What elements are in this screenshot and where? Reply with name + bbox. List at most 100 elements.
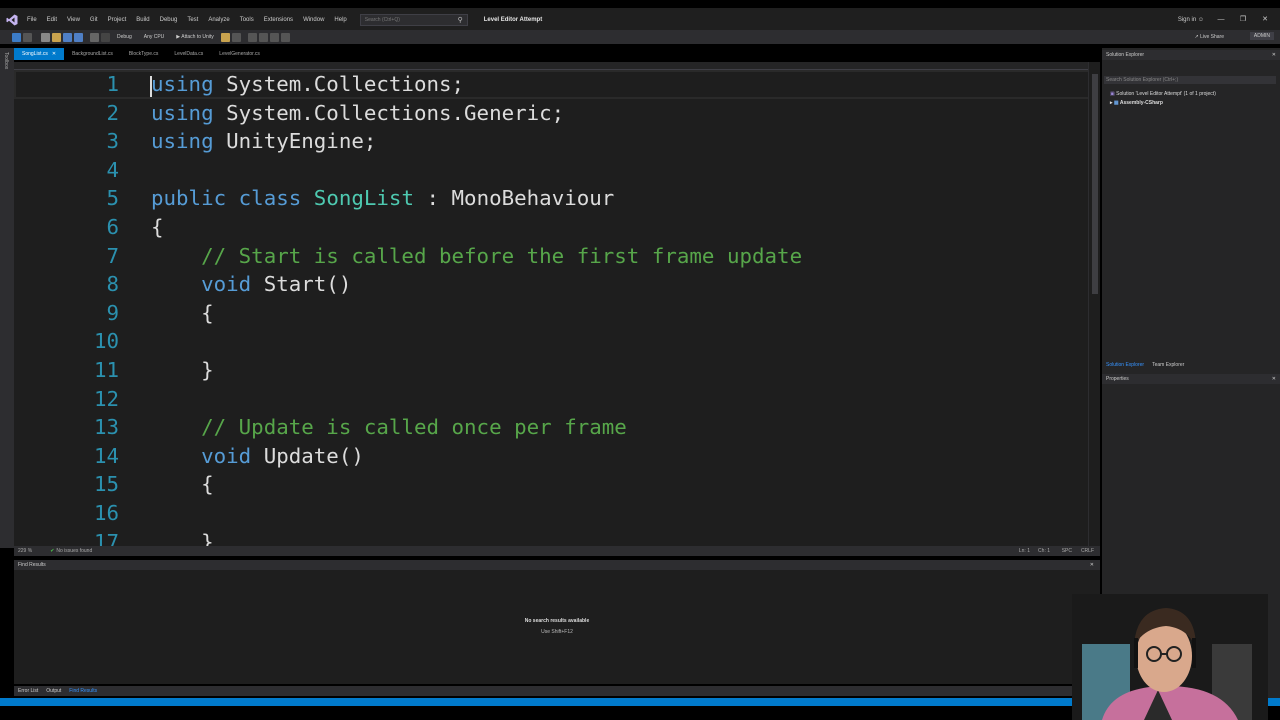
tab-backgroundlist-cs[interactable]: BackgroundList.cs bbox=[64, 48, 121, 60]
close-window-button[interactable]: ✕ bbox=[1254, 8, 1276, 32]
properties-title: Properties bbox=[1106, 376, 1129, 382]
bottom-tool-tabs: Error List Output Find Results bbox=[14, 686, 1100, 696]
code-line[interactable]: 16 bbox=[14, 499, 1090, 528]
save-icon[interactable] bbox=[63, 32, 72, 42]
code-token-kw: void bbox=[201, 272, 252, 297]
search-input[interactable]: Search (Ctrl+Q) ⚲ bbox=[359, 14, 468, 26]
code-line[interactable]: 2 using System.Collections.Generic; bbox=[14, 99, 1090, 128]
code-line[interactable]: 7 // Start is called before the first fr… bbox=[14, 242, 1090, 271]
minimize-button[interactable]: — bbox=[1210, 8, 1232, 32]
bottom-tab-find-results[interactable]: Find Results bbox=[65, 686, 101, 696]
code-line[interactable]: 1 using System.Collections; bbox=[14, 70, 1090, 99]
menu-item-window[interactable]: Window bbox=[298, 8, 329, 32]
solution-tree-item[interactable]: ▣ Solution 'Level Editor Attempt' (1 of … bbox=[1110, 90, 1216, 98]
back-icon[interactable] bbox=[12, 32, 21, 42]
tab-songlist-cs[interactable]: SongList.cs ✕ bbox=[14, 48, 65, 60]
open-folder-icon[interactable] bbox=[52, 32, 61, 42]
menu-item-view[interactable]: View bbox=[62, 8, 85, 32]
code-token-plain: { bbox=[151, 300, 214, 325]
close-pane-icon[interactable]: ✕ bbox=[1272, 50, 1276, 60]
attach-label: Attach to Unity bbox=[181, 34, 214, 40]
fire-icon[interactable] bbox=[220, 32, 230, 42]
redo-icon[interactable] bbox=[101, 32, 110, 42]
close-tab-icon[interactable]: ✕ bbox=[52, 51, 56, 57]
code-line[interactable]: 6{ bbox=[14, 213, 1090, 242]
code-text: } bbox=[151, 356, 214, 385]
uncomment-icon[interactable] bbox=[269, 32, 279, 42]
zoom-level[interactable]: 229 % bbox=[18, 548, 32, 554]
solution-search-input[interactable]: Search Solution Explorer (Ctrl+;) bbox=[1104, 76, 1276, 84]
code-line[interactable]: 9 { bbox=[14, 299, 1090, 328]
code-line[interactable]: 11 } bbox=[14, 356, 1090, 385]
menu-item-file[interactable]: File bbox=[22, 8, 42, 32]
code-line[interactable]: 10 bbox=[14, 327, 1090, 356]
line-number: 13 bbox=[93, 415, 119, 440]
new-project-icon[interactable] bbox=[41, 32, 50, 42]
issues-status[interactable]: No issues found bbox=[56, 548, 92, 554]
tab-team-explorer[interactable]: Team Explorer bbox=[1148, 360, 1188, 370]
code-line[interactable]: 3 using UnityEngine; bbox=[14, 127, 1090, 156]
menu-item-extensions[interactable]: Extensions bbox=[259, 8, 298, 32]
menu-item-project[interactable]: Project bbox=[103, 8, 132, 32]
tab-leveldata-cs[interactable]: LevelData.cs bbox=[166, 48, 211, 60]
code-token-plain: } bbox=[151, 529, 214, 547]
code-text: { bbox=[151, 470, 214, 499]
tab-label: BackgroundList.cs bbox=[72, 51, 113, 57]
tab-solution-explorer[interactable]: Solution Explorer bbox=[1102, 360, 1148, 370]
solution-explorer-tabs: Solution Explorer Team Explorer bbox=[1102, 360, 1280, 370]
menu-item-debug[interactable]: Debug bbox=[155, 8, 183, 32]
line-number: 5 bbox=[106, 186, 119, 211]
undo-icon[interactable] bbox=[90, 32, 99, 42]
bottom-tab-error-list[interactable]: Error List bbox=[14, 686, 42, 696]
top-black-strip bbox=[0, 0, 1280, 8]
bookmark-icon[interactable] bbox=[280, 32, 290, 42]
code-line[interactable]: 13 // Update is called once per frame bbox=[14, 413, 1090, 442]
code-line[interactable]: 4 bbox=[14, 156, 1090, 185]
code-area[interactable]: 1 using System.Collections; 2 using System.… bbox=[14, 70, 1090, 546]
forward-icon[interactable] bbox=[23, 32, 32, 42]
save-all-icon[interactable] bbox=[74, 32, 83, 42]
live-share-button[interactable]: ↗ Live Share bbox=[1195, 30, 1225, 44]
menu-item-test[interactable]: Test bbox=[182, 8, 203, 32]
line-number: 4 bbox=[106, 157, 119, 182]
spacing-indicator[interactable]: SPC bbox=[1062, 546, 1072, 556]
menu-item-help[interactable]: Help bbox=[329, 8, 351, 32]
restore-button[interactable]: ❐ bbox=[1232, 8, 1254, 32]
code-token-plain: Update() bbox=[251, 443, 364, 468]
tab-blocktype-cs[interactable]: BlockType.cs bbox=[121, 48, 166, 60]
platform-select[interactable]: Any CPU bbox=[138, 34, 171, 40]
menu-item-analyze[interactable]: Analyze bbox=[203, 8, 234, 32]
line-ending-indicator[interactable]: CRLF bbox=[1081, 546, 1094, 556]
project-tree-item[interactable]: ▸ ▦ Assembly-CSharp bbox=[1110, 99, 1163, 107]
code-token-kw: using bbox=[151, 129, 214, 154]
properties-header: Properties ✕ bbox=[1102, 374, 1280, 384]
close-panel-icon[interactable]: ✕ bbox=[1090, 560, 1094, 570]
code-line[interactable]: 12 bbox=[14, 385, 1090, 414]
code-line[interactable]: 17 } bbox=[14, 528, 1090, 547]
toolbox-tab[interactable]: Toolbox bbox=[3, 52, 9, 69]
solution-explorer-header: Solution Explorer ✕ bbox=[1102, 50, 1280, 60]
scrollbar-thumb[interactable] bbox=[1092, 74, 1098, 294]
close-properties-icon[interactable]: ✕ bbox=[1272, 374, 1276, 384]
code-line[interactable]: 14 void Update() bbox=[14, 442, 1090, 471]
breakpoint-icon[interactable] bbox=[231, 32, 241, 42]
comment-icon[interactable] bbox=[258, 32, 268, 42]
configuration-select[interactable]: Debug bbox=[111, 34, 138, 40]
menu-item-build[interactable]: Build bbox=[131, 8, 154, 32]
code-line[interactable]: 5 public class SongList : MonoBehaviour bbox=[14, 184, 1090, 213]
tab-levelgenerator-cs[interactable]: LevelGenerator.cs bbox=[211, 48, 268, 60]
editor-vertical-scrollbar[interactable] bbox=[1088, 62, 1100, 546]
menu-item-edit[interactable]: Edit bbox=[42, 8, 62, 32]
menu-item-git[interactable]: Git bbox=[85, 8, 103, 32]
attach-to-unity-button[interactable]: ▶ Attach to Unity bbox=[170, 34, 220, 40]
bottom-tab-output[interactable]: Output bbox=[42, 686, 65, 696]
code-text: public class SongList : MonoBehaviour bbox=[151, 184, 614, 213]
menu-item-tools[interactable]: Tools bbox=[235, 8, 259, 32]
format-icon[interactable] bbox=[247, 32, 257, 42]
code-line[interactable]: 8 void Start() bbox=[14, 270, 1090, 299]
code-line[interactable]: 15 { bbox=[14, 470, 1090, 499]
sign-in-link[interactable]: Sign in ☺ bbox=[1178, 8, 1204, 32]
solution-icon: ▣ bbox=[1110, 91, 1115, 97]
code-editor[interactable]: 1 using System.Collections; 2 using System.… bbox=[14, 62, 1090, 546]
code-token-plain: System.Collections.Generic; bbox=[213, 100, 565, 125]
